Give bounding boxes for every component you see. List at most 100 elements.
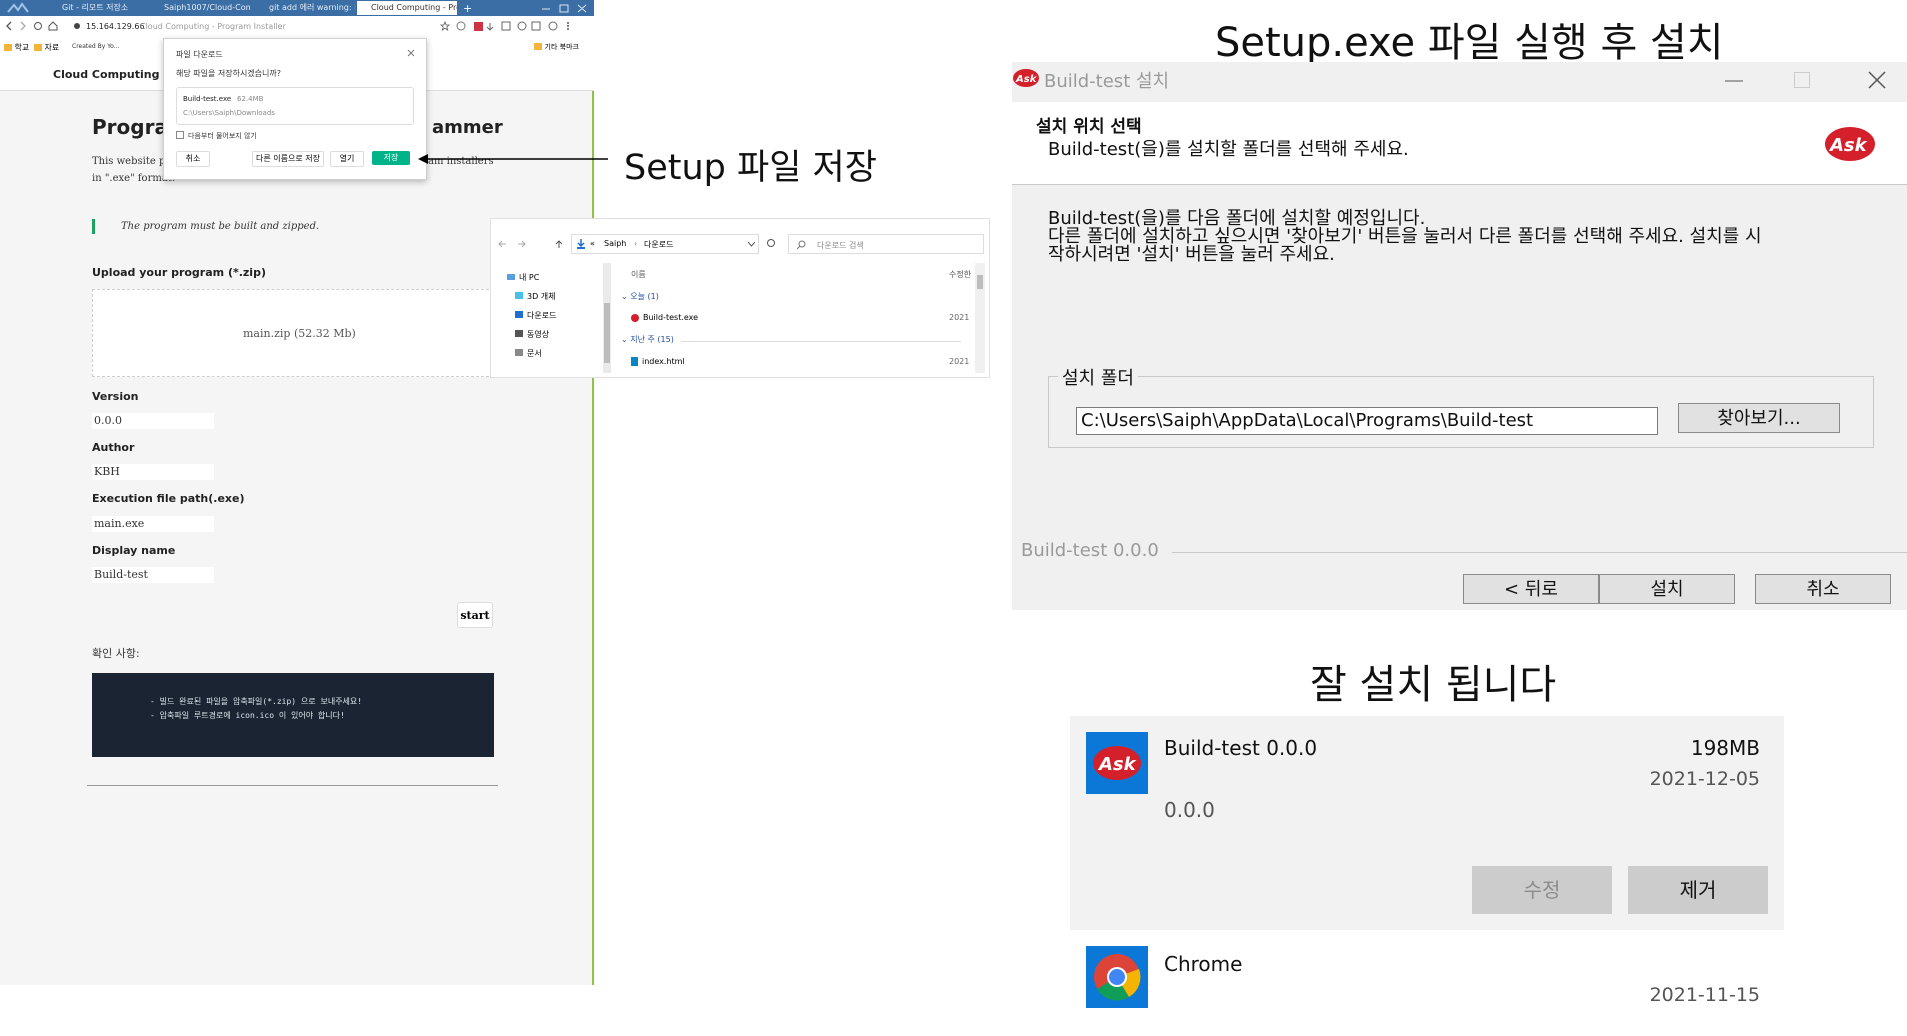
body-line-3: 작하시려면 '설치' 버튼을 눌러 주세요. — [1048, 244, 1335, 265]
path-segment-downloads[interactable]: 다운로드 — [644, 239, 673, 250]
app-item-chrome[interactable]: Chrome 2021-11-15 — [1070, 934, 1784, 1036]
file-row-index-html[interactable]: index.html 2021 — [631, 357, 969, 366]
folder-group-label: 설치 폴더 — [1058, 364, 1138, 390]
download-filename: Build-test.exe — [183, 95, 232, 103]
nav-scrollbar[interactable] — [603, 263, 611, 373]
browser-window: Git - 리모트 저장소 Saiph1007/Cloud-Comput git… — [0, 0, 594, 985]
forward-arrow-icon[interactable] — [517, 239, 527, 249]
upload-dropzone[interactable]: main.zip (52.32 Mb) — [92, 289, 494, 377]
file-row-build-test[interactable]: Build-test.exe 2021 — [631, 313, 969, 322]
app-date: 2021-11-15 — [1649, 984, 1760, 1006]
back-button[interactable]: < 뒤로 — [1463, 574, 1599, 604]
note-text: The program must be built and zipped. — [121, 221, 320, 232]
nav-item-downloads[interactable]: 다운로드 — [515, 310, 556, 321]
chevron-down-icon: ⌄ — [621, 292, 631, 301]
apps-list: Ask Build-test 0.0.0 198MB 2021-12-05 0.… — [1070, 716, 1784, 1036]
download-dialog: 파일 다운로드 해당 파일을 저장하시겠습니까? Build-test.exe … — [163, 38, 427, 180]
nav-item-this-pc[interactable]: 내 PC — [507, 272, 539, 283]
group-last-week[interactable]: ⌄ 지난 주 (15) — [621, 334, 674, 345]
installed-annotation: 잘 설치 됩니다 — [1310, 662, 1557, 708]
app-item-build-test[interactable]: Ask Build-test 0.0.0 198MB 2021-12-05 0.… — [1070, 716, 1784, 930]
cube-icon — [515, 292, 523, 299]
section-title: 설치 위치 선택 — [1036, 117, 1142, 137]
download-file-box: Build-test.exe 62.4MB C:\Users\Saiph\Dow… — [176, 87, 414, 125]
version-field[interactable]: 0.0.0 — [92, 413, 214, 429]
display-name-field[interactable]: Build-test — [92, 567, 214, 583]
page-heading-right: ammer — [432, 117, 503, 138]
tab-github-repo[interactable]: Saiph1007/Cloud-Comput — [150, 1, 250, 15]
save-button[interactable]: 저장 — [372, 151, 410, 165]
refresh-icon[interactable] — [766, 238, 776, 248]
nav-item-3d-objects[interactable]: 3D 개체 — [515, 291, 556, 302]
version-divider — [1172, 552, 1907, 553]
bookmark-materials[interactable]: 자료 — [34, 42, 59, 53]
dont-ask-checkbox[interactable] — [176, 131, 184, 139]
cancel-button[interactable]: 취소 — [1755, 574, 1891, 604]
extension-icons[interactable] — [456, 21, 588, 32]
ask-brand-icon: Ask — [1824, 124, 1876, 164]
exec-path-field[interactable]: main.exe — [92, 516, 214, 532]
reload-icon[interactable] — [33, 21, 43, 31]
installer-title: Build-test 설치 — [1044, 71, 1170, 92]
explorer-path-bar[interactable]: « Saiph › 다운로드 — [571, 234, 759, 254]
site-info-icon[interactable] — [73, 22, 81, 30]
path-segment-saiph[interactable]: Saiph — [604, 239, 626, 248]
column-modified[interactable]: 수정한 — [949, 269, 971, 280]
browse-button[interactable]: 찾아보기... — [1678, 403, 1840, 433]
forward-icon[interactable] — [18, 21, 28, 31]
back-arrow-icon[interactable] — [497, 239, 507, 249]
url-host[interactable]: 15.164.129.66 — [86, 22, 145, 31]
list-scrollbar[interactable] — [975, 263, 985, 373]
nav-item-documents[interactable]: 문서 — [515, 348, 542, 359]
svg-text:Ask: Ask — [1097, 754, 1137, 775]
folder-path-input[interactable]: C:\Users\Saiph\AppData\Local\Programs\Bu… — [1076, 407, 1658, 435]
uninstall-button[interactable]: 제거 — [1628, 866, 1768, 914]
bookmark-created-by[interactable]: Created By Yo... — [72, 43, 119, 50]
ask-app-icon — [631, 313, 639, 322]
back-icon[interactable] — [4, 21, 14, 31]
minimize-icon[interactable] — [1725, 80, 1743, 82]
download-filesize: 62.4MB — [237, 95, 264, 103]
tab-cloud-computing[interactable]: Cloud Computing - Prog — [357, 1, 457, 15]
chevron-down-icon[interactable] — [748, 242, 755, 247]
app-name: Chrome — [1164, 952, 1243, 976]
author-field[interactable]: KBH — [92, 464, 214, 480]
save-as-button[interactable]: 다른 이름으로 저장 — [252, 151, 324, 167]
url-title: Cloud Computing - Program Installer — [140, 22, 286, 31]
html-file-icon — [631, 357, 638, 366]
note-bar — [92, 219, 95, 234]
window-controls[interactable] — [540, 3, 590, 13]
close-icon[interactable] — [407, 49, 415, 57]
close-icon[interactable] — [1868, 71, 1886, 89]
column-name[interactable]: 이름 — [631, 269, 646, 280]
install-button[interactable]: 설치 — [1599, 574, 1735, 604]
start-button[interactable]: start — [457, 602, 493, 628]
open-button[interactable]: 열기 — [330, 151, 364, 167]
explorer-search-box[interactable]: 다운로드 검색 — [788, 234, 984, 254]
bookmark-star-icon[interactable] — [440, 21, 450, 31]
cancel-button[interactable]: 취소 — [176, 151, 210, 167]
app-date: 2021-12-05 — [1649, 768, 1760, 790]
group-divider — [681, 341, 961, 342]
bookmark-other[interactable]: 기타 북마크 — [534, 42, 579, 52]
bookmark-school[interactable]: 학교 — [4, 42, 29, 53]
nav-item-videos[interactable]: 동영상 — [515, 329, 549, 340]
home-icon[interactable] — [48, 21, 58, 31]
display-name-label: Display name — [92, 544, 176, 557]
group-today[interactable]: ⌄ 오늘 (1) — [621, 291, 659, 302]
modify-button[interactable]: 수정 — [1472, 866, 1612, 914]
check-title: 확인 사항: — [92, 647, 140, 660]
tab-git-remote[interactable]: Git - 리모트 저장소 — [48, 1, 134, 15]
browser-menu-icon[interactable] — [4, 2, 34, 14]
file-explorer: « Saiph › 다운로드 다운로드 검색 내 PC 3D 개체 다운로드 동… — [490, 218, 990, 378]
new-tab-button[interactable]: + — [463, 2, 472, 15]
site-title[interactable]: Cloud Computing Pr — [53, 68, 177, 81]
ask-app-icon: Ask — [1086, 732, 1148, 794]
maximize-icon[interactable] — [1794, 72, 1810, 88]
version-label: Version — [92, 390, 139, 403]
tab-bar: Git - 리모트 저장소 Saiph1007/Cloud-Comput git… — [0, 0, 594, 16]
installer-header: 설치 위치 선택 Build-test(을)를 설치할 폴더를 선택해 주세요.… — [1012, 102, 1907, 185]
up-arrow-icon[interactable] — [554, 239, 564, 249]
check-line-2: - 압축파일 루트경로에 icon.ico 이 있어야 합니다! — [150, 711, 345, 720]
tab-git-add-warning[interactable]: git add 에러 warning: LF — [255, 1, 355, 15]
